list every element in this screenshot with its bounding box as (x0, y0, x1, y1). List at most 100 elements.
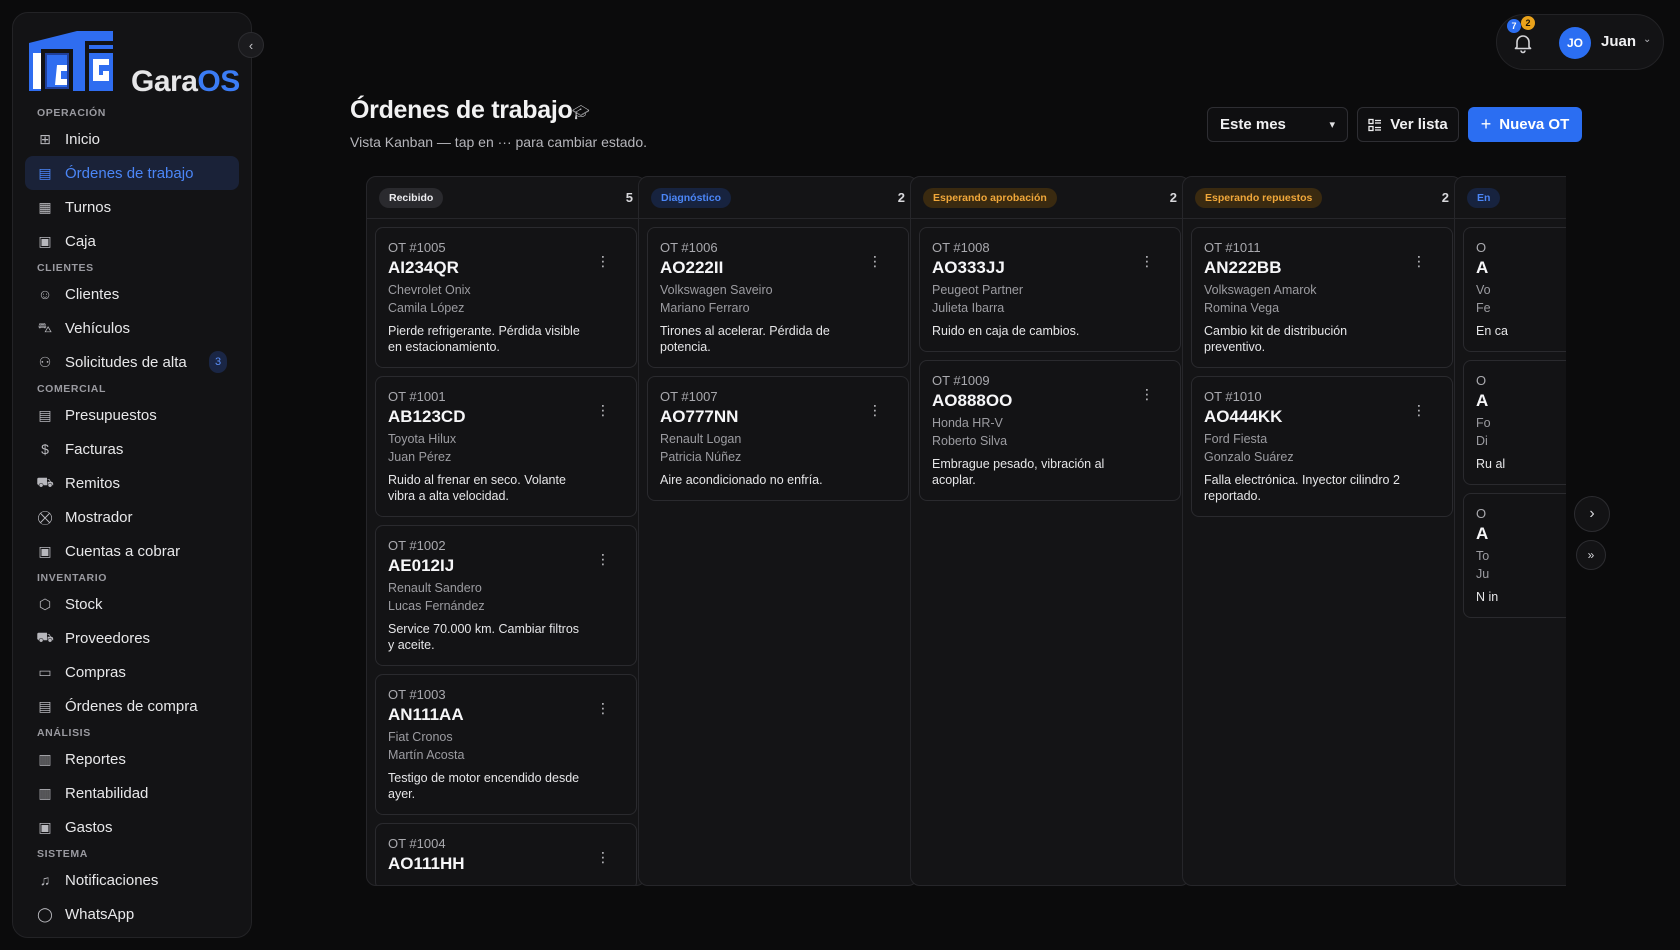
sidebar-item-cuentas-a-cobrar[interactable]: ▣ Cuentas a cobrar (25, 534, 239, 568)
sidebar-item-vehiculos[interactable]: ⛍ Vehículos (25, 311, 239, 345)
period-select-value: Este mes (1220, 116, 1286, 133)
sidebar-item-whatsapp[interactable]: ◯ WhatsApp (25, 897, 239, 931)
wallet-icon: ▣ (38, 232, 52, 249)
more-vertical-icon[interactable]: ⋮ (868, 403, 882, 417)
graduation-cap-icon[interactable]: 🎓︎ (572, 104, 590, 121)
work-order-card[interactable]: OAVoFeEn ca⋮ (1463, 227, 1566, 352)
work-order-card[interactable]: OT #1005 AI234QR Chevrolet Onix Camila Lópe… (375, 227, 637, 368)
scroll-end-button[interactable]: » (1576, 540, 1606, 570)
sidebar-section-label: ANÁLISIS (37, 727, 91, 739)
chevron-left-icon: ‹ (248, 37, 254, 53)
kanban-column: Recibido 5 OT #1005 AI234QR Chevrolet Onix Ca… (366, 176, 646, 886)
more-vertical-icon[interactable]: ⋮ (1412, 254, 1426, 268)
client-name: Roberto Silva (932, 434, 1008, 448)
issue-description: Tirones al acelerar. Pérdida de potencia… (660, 324, 830, 354)
client-name: Martín Acosta (388, 748, 465, 762)
work-order-card[interactable]: OT #1011 AN222BB Volkswagen Amarok Romina V… (1191, 227, 1453, 368)
sidebar-item-mostrador[interactable]: ⛒ Mostrador (25, 500, 239, 534)
more-vertical-icon[interactable]: ⋮ (1140, 254, 1154, 268)
new-work-order-button[interactable]: + Nueva OT (1468, 107, 1582, 142)
chevron-down-icon[interactable]: ⌄ (1643, 34, 1651, 45)
garaos-logo[interactable]: GaraOS (27, 27, 247, 98)
work-order-card[interactable]: OAToJuN in⋮ (1463, 493, 1566, 618)
client-name: Patricia Núñez (660, 450, 742, 464)
sidebar-item-reportes[interactable]: ▥ Reportes (25, 742, 239, 776)
work-order-card[interactable]: OT #1001 AB123CD Toyota Hilux Juan Pérez Rui… (375, 376, 637, 517)
sidebar-item-facturas[interactable]: $ Facturas (25, 432, 239, 466)
sidebar-item-label: Solicitudes de alta (65, 353, 187, 371)
license-plate: AO333JJ (932, 258, 1005, 277)
work-order-number: OT #1004 (388, 836, 446, 851)
collapse-sidebar-button[interactable]: ‹ (238, 32, 264, 58)
car-icon: ⛍ (37, 318, 53, 335)
work-order-card[interactable]: OT #1002 AE012IJ Renault Sandero Lucas Fern… (375, 525, 637, 666)
license-plate: AE012IJ (388, 556, 455, 575)
sidebar: GaraOS OPERACIÓN ⊞ Inicio ▤ Órdenes de traba… (12, 12, 252, 938)
work-order-card[interactable]: OT #1003 AN111AA Fiat Cronos Martín Acosta T… (375, 674, 637, 815)
more-vertical-icon[interactable]: ⋮ (596, 403, 610, 417)
sidebar-item-inicio[interactable]: ⊞ Inicio (25, 122, 239, 156)
sidebar-item-ordenes-de-trabajo[interactable]: ▤ Órdenes de trabajo (25, 156, 239, 190)
issue-description: Falla electrónica. Inyector cilindro 2 r… (1204, 473, 1400, 503)
work-order-number: OT #1002 (388, 538, 446, 553)
license-plate: AO888OO (932, 391, 1013, 410)
period-select[interactable]: Este mes ▾ (1207, 107, 1348, 142)
sidebar-item-rentabilidad[interactable]: ▥ Rentabilidad (25, 776, 239, 810)
sidebar-item-gastos[interactable]: ▣ Gastos (25, 810, 239, 844)
kanban-board: Recibido 5 OT #1005 AI234QR Chevrolet Onix Ca… (366, 176, 1566, 886)
sidebar-item-label: Vehículos (65, 319, 131, 337)
more-vertical-icon[interactable]: ⋮ (596, 850, 610, 864)
client-name: Julieta Ibarra (932, 301, 1005, 315)
work-order-card[interactable]: OT #1008 AO333JJ Peugeot Partner Julieta Ib… (919, 227, 1181, 352)
work-order-number: OT #1003 (388, 687, 446, 702)
alert-count-badge: 2 (1521, 16, 1535, 30)
sidebar-item-compras[interactable]: ▭ Compras (25, 655, 239, 689)
client-name: Di (1476, 434, 1488, 448)
view-list-button[interactable]: Ver lista (1357, 107, 1459, 142)
wallet-icon: ▣ (38, 542, 52, 559)
work-order-card[interactable]: OT #1004 AO111HH ⋮ (375, 823, 637, 885)
sidebar-item-pagina-publica[interactable]: ◎Página pública (25, 931, 239, 937)
sidebar-item-stock[interactable]: ⬡ Stock (25, 587, 239, 621)
sidebar-item-notificaciones[interactable]: ♫ Notificaciones (25, 863, 239, 897)
client-name: Camila López (388, 301, 465, 315)
issue-description: Aire acondicionado no enfría. (660, 473, 823, 487)
sidebar-item-label: Turnos (65, 198, 112, 216)
column-header: Esperando aprobación 2 (911, 177, 1189, 219)
sidebar-item-label: Compras (65, 663, 126, 681)
user-name[interactable]: Juan (1601, 33, 1636, 50)
sidebar-item-solicitudes-de-alta[interactable]: ⚇ Solicitudes de alta 3 (25, 345, 239, 379)
kanban-column: Diagnóstico 2 OT #1006 AO222II Volkswagen Sa… (638, 176, 918, 886)
work-order-card[interactable]: OT #1006 AO222II Volkswagen Saveiro Mariano… (647, 227, 909, 368)
work-order-number: OT #1009 (932, 373, 990, 388)
sidebar-item-remitos[interactable]: ⛟ Remitos (25, 466, 239, 500)
scroll-right-button[interactable]: › (1574, 496, 1610, 532)
work-order-card[interactable]: OT #1010 AO444KK Ford Fiesta Gonzalo Suárez… (1191, 376, 1453, 517)
more-vertical-icon[interactable]: ⋮ (596, 552, 610, 566)
status-badge: Esperando repuestos (1195, 187, 1323, 208)
kanban-column: Esperando repuestos 2 OT #1011 AN222BB Volks… (1182, 176, 1462, 886)
sidebar-item-proveedores[interactable]: ⛟ Proveedores (25, 621, 239, 655)
more-vertical-icon[interactable]: ⋮ (1412, 403, 1426, 417)
vehicle-model: Ford Fiesta (1204, 432, 1268, 446)
avatar[interactable]: JO (1559, 27, 1591, 59)
more-vertical-icon[interactable]: ⋮ (1140, 387, 1154, 401)
work-order-card[interactable]: OAFoDiRu al⋮ (1463, 360, 1566, 485)
more-vertical-icon[interactable]: ⋮ (596, 254, 610, 268)
page-subtitle: Vista Kanban — tap en ··· para cambiar e… (350, 134, 648, 150)
sidebar-item-turnos[interactable]: ▦ Turnos (25, 190, 239, 224)
license-plate: AO777NN (660, 407, 739, 426)
sidebar-item-ordenes-de-compra[interactable]: ▤ Órdenes de compra (25, 689, 239, 723)
issue-description: Pierde refrigerante. Pérdida visible en … (388, 324, 580, 354)
truck-icon: ⛟ (36, 473, 54, 490)
shopping-bag-icon: ▭ (38, 663, 52, 680)
bell-icon[interactable] (1511, 31, 1535, 55)
work-order-card[interactable]: OT #1009 AO888OO Honda HR-V Roberto Silva Em… (919, 360, 1181, 501)
sidebar-item-caja[interactable]: ▣ Caja (25, 224, 239, 258)
sidebar-item-clientes[interactable]: ☺ Clientes (25, 277, 239, 311)
sidebar-item-label: Notificaciones (65, 871, 159, 889)
more-vertical-icon[interactable]: ⋮ (596, 701, 610, 715)
more-vertical-icon[interactable]: ⋮ (868, 254, 882, 268)
sidebar-item-presupuestos[interactable]: ▤ Presupuestos (25, 398, 239, 432)
work-order-card[interactable]: OT #1007 AO777NN Renault Logan Patricia Núñ… (647, 376, 909, 501)
